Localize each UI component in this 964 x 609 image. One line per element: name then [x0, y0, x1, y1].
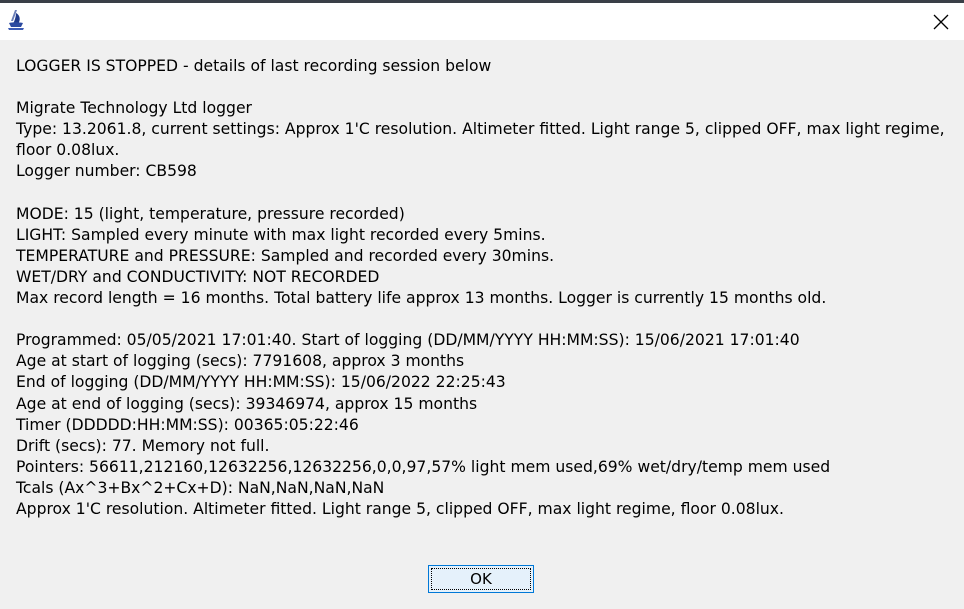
message-line: Approx 1'C resolution. Altimeter fitted.…: [16, 499, 784, 518]
message-line: MODE: 15 (light, temperature, pressure r…: [16, 204, 405, 223]
title-bar[interactable]: [0, 3, 964, 40]
ok-button-label: OK: [431, 568, 531, 590]
message-line: Timer (DDDDD:HH:MM:SS): 00365:05:22:46: [16, 415, 359, 434]
message-line: Programmed: 05/05/2021 17:01:40. Start o…: [16, 331, 800, 350]
message-line: LOGGER IS STOPPED - details of last reco…: [16, 57, 492, 75]
ok-button[interactable]: OK: [428, 565, 534, 593]
message-line: Logger number: CB598: [16, 162, 197, 181]
message-line: Max record length = 16 months. Total bat…: [16, 289, 827, 308]
message-line: Pointers: 56611,212160,12632256,12632256…: [16, 457, 831, 476]
message-line: TEMPERATURE and PRESSURE: Sampled and re…: [16, 246, 555, 265]
message-line: Age at end of logging (secs): 39346974, …: [16, 394, 478, 413]
message-line: End of logging (DD/MM/YYYY HH:MM:SS): 15…: [16, 373, 506, 392]
message-line: WET/DRY and CONDUCTIVITY: NOT RECORDED: [16, 267, 380, 286]
message-spacer: [16, 77, 951, 98]
message-line: Age at start of logging (secs): 7791608,…: [16, 352, 465, 371]
dialog-content: LOGGER IS STOPPED - details of last reco…: [0, 40, 964, 609]
logger-status-message: LOGGER IS STOPPED - details of last reco…: [16, 56, 951, 520]
message-line: Migrate Technology Ltd logger: [16, 99, 252, 118]
close-button[interactable]: [918, 3, 964, 40]
message-spacer: [16, 183, 951, 204]
message-line: Tcals (Ax^3+Bx^2+Cx+D): NaN,NaN,NaN,NaN: [16, 478, 385, 497]
message-line: Drift (secs): 77. Memory not full.: [16, 436, 270, 455]
message-spacer: [16, 309, 951, 330]
close-icon: [933, 14, 949, 30]
message-line: LIGHT: Sampled every minute with max lig…: [16, 225, 546, 244]
message-line: Type: 13.2061.8, current settings: Appro…: [16, 120, 950, 160]
app-icon: [6, 9, 26, 31]
